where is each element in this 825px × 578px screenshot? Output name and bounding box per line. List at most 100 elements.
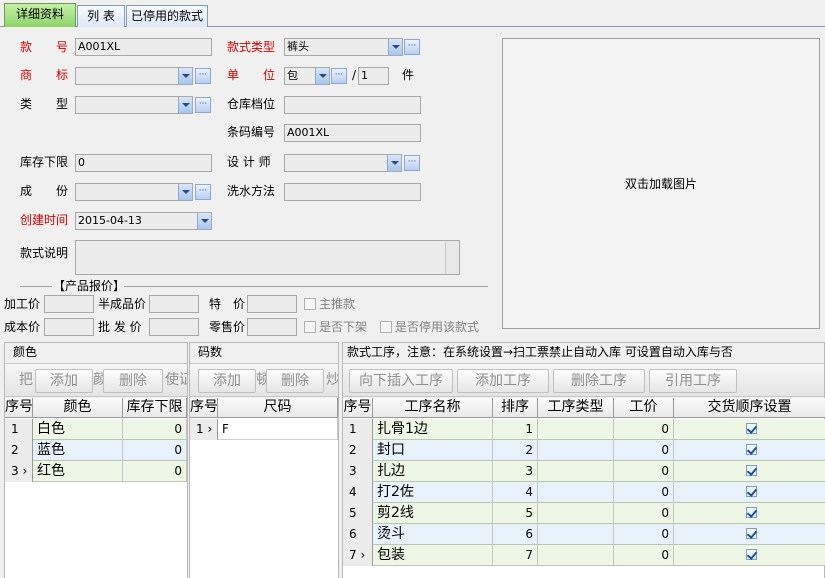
table-row[interactable]: 7 › 包装 7 0 — [343, 545, 825, 566]
process-order[interactable]: 6 — [493, 524, 538, 545]
ellipsis-button[interactable]: ··· — [331, 68, 347, 84]
table-row[interactable]: 3 扎边 3 0 — [343, 461, 825, 482]
table-row[interactable]: 6 烫斗 6 0 — [343, 524, 825, 545]
table-row[interactable]: 2 封口 2 0 — [343, 440, 825, 461]
color-min[interactable]: 0 — [123, 461, 187, 482]
composition-select[interactable] — [75, 183, 193, 201]
process-price[interactable]: 0 — [614, 440, 674, 461]
process-order[interactable]: 4 — [493, 482, 538, 503]
tab-disabled-styles[interactable]: 已停用的款式 — [126, 5, 208, 27]
table-row[interactable]: 3 › 红色 0 — [5, 461, 187, 482]
barcode-input[interactable]: A001XL — [284, 124, 421, 142]
reference-process-button[interactable]: 引用工序 — [649, 369, 737, 393]
deliver-order-checkbox[interactable] — [746, 528, 757, 539]
process-type[interactable] — [538, 482, 614, 503]
process-price[interactable]: 0 — [614, 524, 674, 545]
process-name[interactable]: 打2佐 — [373, 482, 493, 503]
table-row[interactable]: 5 剪2线 5 0 — [343, 503, 825, 524]
ellipsis-button[interactable]: ··· — [195, 97, 211, 113]
deliver-order-checkbox[interactable] — [746, 465, 757, 476]
process-name[interactable]: 剪2线 — [373, 503, 493, 524]
process-price[interactable]: 0 — [614, 461, 674, 482]
process-type[interactable] — [538, 419, 614, 440]
delete-process-button[interactable]: 删除工序 — [553, 369, 645, 393]
add-size-button[interactable]: 添加 — [198, 369, 256, 393]
disabled-checkbox[interactable] — [380, 321, 392, 333]
insert-process-button[interactable]: 向下插入工序 — [349, 369, 453, 393]
push-checkbox[interactable] — [304, 298, 316, 310]
color-min[interactable]: 0 — [123, 419, 187, 440]
retail-input[interactable] — [247, 318, 297, 336]
style-type-select[interactable]: 裤头 — [284, 38, 403, 56]
cost-price-input[interactable] — [44, 318, 94, 336]
image-placeholder[interactable]: 双击加载图片 — [502, 38, 820, 329]
process-type[interactable] — [538, 440, 614, 461]
calendar-dropdown-icon[interactable] — [197, 213, 211, 229]
color-name[interactable]: 白色 — [33, 419, 123, 440]
process-name[interactable]: 扎骨1边 — [373, 419, 493, 440]
deliver-order-checkbox[interactable] — [746, 486, 757, 497]
delete-size-button[interactable]: 删除 — [266, 369, 324, 393]
special-price-input[interactable] — [247, 295, 297, 313]
process-type[interactable] — [538, 503, 614, 524]
deliver-order-checkbox[interactable] — [746, 549, 757, 560]
chevron-down-icon[interactable] — [178, 68, 192, 84]
color-name[interactable]: 蓝色 — [33, 440, 123, 461]
process-order[interactable]: 5 — [493, 503, 538, 524]
description-textarea[interactable] — [75, 240, 460, 275]
table-row[interactable]: 2 蓝色 0 — [5, 440, 187, 461]
scrollbar[interactable] — [445, 241, 459, 274]
chevron-down-icon[interactable] — [315, 68, 329, 84]
ellipsis-button[interactable]: ··· — [404, 155, 420, 171]
process-type[interactable] — [538, 545, 614, 566]
process-type[interactable] — [538, 461, 614, 482]
process-name[interactable]: 包装 — [373, 545, 493, 566]
wholesale-input[interactable] — [149, 318, 199, 336]
add-process-button[interactable]: 添加工序 — [457, 369, 549, 393]
delete-color-button[interactable]: 删除 — [103, 369, 163, 393]
size-name[interactable]: F — [218, 419, 338, 440]
chevron-down-icon[interactable] — [178, 184, 192, 200]
process-order[interactable]: 3 — [493, 461, 538, 482]
add-color-button[interactable]: 添加 — [35, 369, 93, 393]
process-price[interactable]: 0 — [614, 545, 674, 566]
ellipsis-button[interactable]: ··· — [404, 39, 420, 55]
chevron-down-icon[interactable] — [388, 39, 402, 55]
process-type[interactable] — [538, 524, 614, 545]
process-name[interactable]: 封口 — [373, 440, 493, 461]
semi-price-input[interactable] — [149, 295, 199, 313]
ellipsis-button[interactable]: ··· — [195, 68, 211, 84]
chevron-down-icon[interactable] — [387, 155, 401, 171]
table-row[interactable]: 1 白色 0 — [5, 419, 187, 440]
stock-min-input[interactable]: 0 — [75, 154, 212, 172]
offshelf-checkbox[interactable] — [304, 321, 316, 333]
process-name[interactable]: 烫斗 — [373, 524, 493, 545]
created-date-picker[interactable]: 2015-04-13 — [75, 212, 212, 230]
color-name[interactable]: 红色 — [33, 461, 123, 482]
process-order[interactable]: 2 — [493, 440, 538, 461]
table-row[interactable]: 4 打2佐 4 0 — [343, 482, 825, 503]
deliver-order-checkbox[interactable] — [746, 507, 757, 518]
warehouse-input[interactable] — [284, 96, 421, 114]
process-name[interactable]: 扎边 — [373, 461, 493, 482]
style-no-input[interactable]: A001XL — [75, 38, 212, 56]
brand-select[interactable] — [75, 67, 193, 85]
table-row[interactable]: 1 › F — [190, 419, 338, 440]
process-price-input[interactable] — [44, 295, 94, 313]
process-order[interactable]: 7 — [493, 545, 538, 566]
process-price[interactable]: 0 — [614, 419, 674, 440]
color-min[interactable]: 0 — [123, 440, 187, 461]
process-order[interactable]: 1 — [493, 419, 538, 440]
process-price[interactable]: 0 — [614, 503, 674, 524]
category-select[interactable] — [75, 96, 193, 114]
tab-list[interactable]: 列 表 — [77, 5, 125, 27]
tab-details[interactable]: 详细资料 — [4, 3, 76, 27]
chevron-down-icon[interactable] — [178, 97, 192, 113]
unit-ratio-input[interactable]: 1 — [358, 67, 389, 85]
wash-input[interactable] — [284, 183, 421, 201]
table-row[interactable]: 1 扎骨1边 1 0 — [343, 419, 825, 440]
deliver-order-checkbox[interactable] — [746, 423, 757, 434]
deliver-order-checkbox[interactable] — [746, 444, 757, 455]
unit-select[interactable]: 包 — [284, 67, 330, 85]
ellipsis-button[interactable]: ··· — [195, 184, 211, 200]
